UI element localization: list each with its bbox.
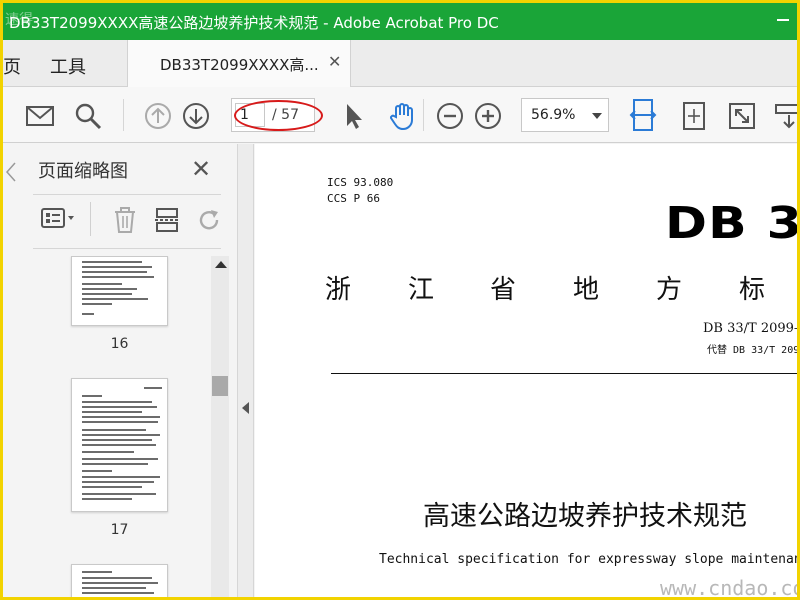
- tab-close-button[interactable]: ✕: [328, 52, 341, 71]
- zoom-value: 56.9%: [531, 107, 576, 123]
- watermark-logo: 速得: [5, 12, 33, 28]
- fit-width-icon[interactable]: [629, 98, 657, 132]
- ccs-code: CCS P 66: [327, 192, 380, 205]
- toolbar-divider: [423, 99, 424, 131]
- title-char: 地: [573, 275, 600, 305]
- rotate-icon[interactable]: [195, 206, 223, 234]
- thumbnail-page-18[interactable]: [71, 564, 168, 597]
- menu-tools[interactable]: 工具: [50, 53, 86, 79]
- thumbnail-page-17[interactable]: [71, 378, 168, 512]
- panel-close-button[interactable]: ✕: [191, 155, 211, 183]
- scroll-up-arrow-icon[interactable]: [215, 261, 227, 268]
- panel-divider: [33, 248, 221, 249]
- panel-collapse-handle[interactable]: [237, 144, 254, 597]
- thumbnail-list: 16 17: [33, 256, 208, 597]
- zoom-select[interactable]: 56.9%: [521, 98, 609, 132]
- options-menu-icon[interactable]: [40, 206, 76, 232]
- title-char: 方: [656, 275, 683, 305]
- thumbnail-page-16[interactable]: [71, 256, 168, 326]
- tab-bar: 页 工具 DB33T2099XXXX高... ✕: [3, 40, 797, 88]
- ics-code: ICS 93.080: [327, 176, 394, 189]
- thumbnail-page-number: 17: [110, 522, 129, 538]
- title-char: 浙: [325, 275, 352, 305]
- document-page: ICS 93.080 CCS P 66 DB 33 浙 江 省 地 方 标 DB…: [255, 144, 800, 600]
- window-title: DB33T2099XXXX高速公路边坡养护技术规范 - Adobe Acroba…: [9, 14, 499, 32]
- full-screen-icon[interactable]: [727, 101, 757, 131]
- zoom-out-icon[interactable]: [435, 101, 465, 131]
- panel-divider: [33, 194, 221, 195]
- menu-home[interactable]: 页: [3, 53, 21, 79]
- hand-tool-icon[interactable]: [387, 101, 417, 131]
- page-number-highlight: [234, 100, 323, 131]
- site-watermark: www.cndao.com: [660, 576, 797, 600]
- header-rule: [331, 373, 797, 374]
- insert-page-icon[interactable]: [153, 206, 181, 234]
- mail-icon[interactable]: [25, 101, 55, 131]
- select-pointer-icon[interactable]: [339, 101, 369, 131]
- page-down-icon[interactable]: [181, 101, 211, 131]
- toolbar: / 57 56.9%: [3, 87, 800, 143]
- title-char: 江: [408, 275, 435, 305]
- panel-pointer-icon: [6, 162, 16, 182]
- scrollbar-thumb[interactable]: [212, 376, 228, 396]
- thumbnail-panel: 页面缩略图 ✕ 16 17: [3, 144, 237, 597]
- trash-icon[interactable]: [111, 206, 139, 234]
- collapse-arrow-icon: [242, 402, 249, 414]
- search-icon[interactable]: [73, 101, 103, 131]
- replaces-standard: 代替 DB 33/T 209: [707, 345, 800, 356]
- minimize-button[interactable]: [777, 19, 789, 21]
- title-bar: DB33T2099XXXX高速公路边坡养护技术规范 - Adobe Acroba…: [3, 3, 797, 40]
- chevron-down-icon: [592, 113, 602, 119]
- zoom-in-icon[interactable]: [473, 101, 503, 131]
- fit-page-icon[interactable]: [679, 101, 709, 131]
- db-code: DB 33: [665, 198, 800, 249]
- standard-title-en: Technical specification for expressway s…: [379, 552, 800, 567]
- standard-number: DB 33/T 2099—: [703, 321, 800, 336]
- thumbnail-scrollbar[interactable]: [211, 256, 229, 597]
- thumbnail-page-number: 16: [110, 336, 129, 352]
- panel-title: 页面缩略图: [38, 161, 128, 182]
- scroll-mode-icon[interactable]: [773, 101, 800, 131]
- standard-title: 高速公路边坡养护技术规范: [423, 501, 747, 532]
- window-frame: DB33T2099XXXX高速公路边坡养护技术规范 - Adobe Acroba…: [0, 0, 800, 600]
- page-up-icon[interactable]: [143, 101, 173, 131]
- toolbar-divider: [123, 99, 124, 131]
- tab-document[interactable]: DB33T2099XXXX高... ✕: [127, 40, 351, 88]
- panel-tool-divider: [90, 202, 91, 236]
- title-char: 省: [490, 275, 517, 305]
- tab-label: DB33T2099XXXX高...: [160, 56, 319, 74]
- title-char: 标: [739, 275, 766, 305]
